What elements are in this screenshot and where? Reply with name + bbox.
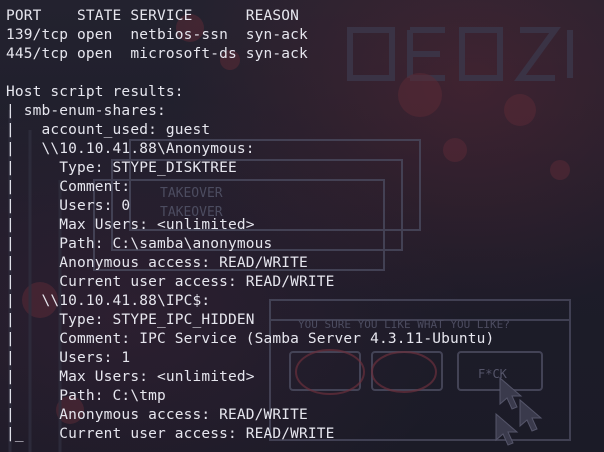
terminal-line-host-script: Host script results: <box>6 84 184 100</box>
terminal-line-anon-access: | Anonymous access: READ/WRITE <box>6 255 308 271</box>
terminal-line-user-access: |_ Current user access: READ/WRITE <box>6 426 335 442</box>
terminal-line-account: | account_used: guest <box>6 122 211 138</box>
terminal-line-users: | Users: 0 <box>6 198 131 214</box>
terminal-output: PORT STATE SERVICE REASON 139/tcp open ne… <box>6 7 494 444</box>
terminal-line-comment: | Comment: <box>6 179 131 195</box>
terminal-line-max-users: | Max Users: <unlimited> <box>6 369 255 385</box>
terminal-line-comment: | Comment: IPC Service (Samba Server 4.3… <box>6 331 495 347</box>
terminal-line-path: | Path: C:\samba\anonymous <box>6 236 273 252</box>
terminal-line-smb-enum: | smb-enum-shares: <box>6 103 166 119</box>
terminal-line-port-139: 139/tcp open netbios-ssn syn-ack <box>6 27 308 43</box>
terminal-window[interactable]: TAKEOVER TAKEOVER YOU SURE YOU LIKE WHAT… <box>0 0 604 452</box>
terminal-line-port-445: 445/tcp open microsoft-ds syn-ack <box>6 46 308 62</box>
terminal-line-share-ipc: | \\10.10.41.88\IPC$: <box>6 293 211 309</box>
wallpaper-cursor-icons <box>495 376 543 446</box>
terminal-line-path: | Path: C:\tmp <box>6 388 166 404</box>
terminal-line-users: | Users: 1 <box>6 350 131 366</box>
terminal-line-type: | Type: STYPE_IPC_HIDDEN <box>6 312 255 328</box>
terminal-line-max-users: | Max Users: <unlimited> <box>6 217 255 233</box>
terminal-line-header: PORT STATE SERVICE REASON <box>6 8 300 24</box>
terminal-line-anon-access: | Anonymous access: READ/WRITE <box>6 407 308 423</box>
terminal-line-type: | Type: STYPE_DISKTREE <box>6 160 237 176</box>
terminal-line-user-access: | Current user access: READ/WRITE <box>6 274 335 290</box>
terminal-line-share-anonymous: | \\10.10.41.88\Anonymous: <box>6 141 255 157</box>
